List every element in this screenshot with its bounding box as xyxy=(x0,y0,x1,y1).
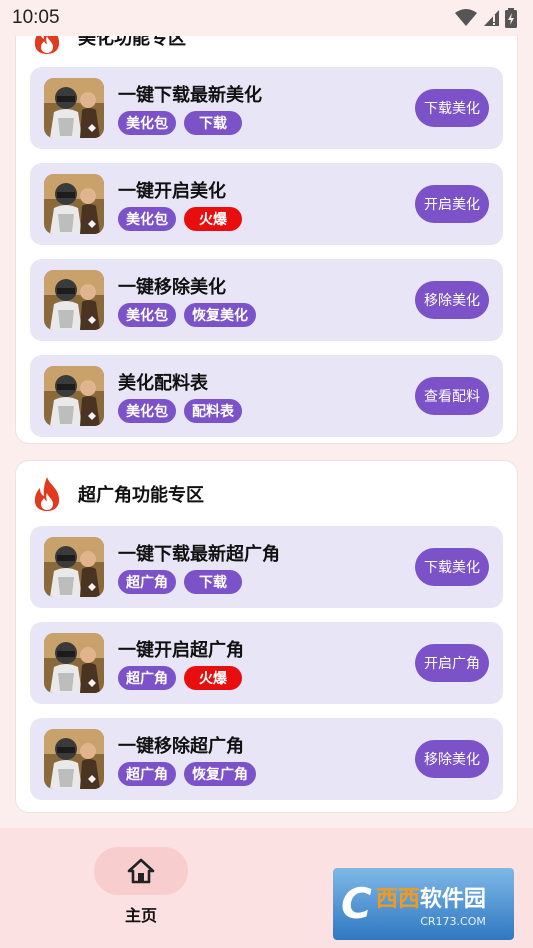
view-ingredients-button[interactable]: 查看配料 xyxy=(415,377,489,415)
list-item[interactable]: 一键下载最新超广角 超广角 下载 下载美化 xyxy=(30,526,503,608)
card-title: 一键下载最新超广角 xyxy=(118,544,280,565)
tag-group: 超广角 恢复广角 xyxy=(118,762,256,786)
tag: 超广角 xyxy=(118,570,176,594)
list-item[interactable]: 美化配料表 美化包 配料表 查看配料 xyxy=(30,355,503,437)
status-bar: 10:05 xyxy=(0,0,533,36)
watermark-name: 软件园 xyxy=(419,886,486,912)
nav-home-button[interactable] xyxy=(94,847,188,895)
tag: 超广角 xyxy=(118,762,176,786)
site-watermark: C 西西软件园 CR173.COM xyxy=(333,868,514,940)
game-avatar-icon xyxy=(44,633,104,693)
remove-beautify-button[interactable]: 移除美化 xyxy=(415,281,489,319)
watermark-name-accent: 西西 xyxy=(375,886,420,912)
list-item[interactable]: 一键移除超广角 超广角 恢复广角 移除美化 xyxy=(30,718,503,800)
list-item[interactable]: 一键下载最新美化 美化包 下载 下载美化 xyxy=(30,67,503,149)
tag-group: 美化包 恢复美化 xyxy=(118,303,256,327)
tag: 下载 xyxy=(184,111,242,135)
tag-group: 超广角 火爆 xyxy=(118,666,242,690)
battery-icon xyxy=(505,8,517,28)
card-title: 一键开启超广角 xyxy=(118,640,244,661)
tag: 美化包 xyxy=(118,207,176,231)
watermark-logo: C xyxy=(341,879,372,928)
watermark-url: CR173.COM xyxy=(420,914,486,928)
card-title: 一键移除美化 xyxy=(118,277,226,298)
card-title: 一键开启美化 xyxy=(118,181,226,202)
tag-group: 超广角 下载 xyxy=(118,570,242,594)
status-time: 10:05 xyxy=(12,7,60,28)
tag: 美化包 xyxy=(118,399,176,423)
tag: 美化包 xyxy=(118,111,176,135)
tag: 下载 xyxy=(184,570,242,594)
tag: 恢复广角 xyxy=(184,762,256,786)
beautify-section-header: 美化功能专区 xyxy=(30,36,186,57)
card-title: 一键移除超广角 xyxy=(118,736,244,757)
game-avatar-icon xyxy=(44,270,104,330)
tag: 配料表 xyxy=(184,399,242,423)
flame-icon xyxy=(34,36,60,54)
signal-icon xyxy=(484,10,499,26)
list-item[interactable]: 一键移除美化 美化包 恢复美化 移除美化 xyxy=(30,259,503,341)
flame-icon xyxy=(34,477,60,511)
beautify-section: 美化功能专区 一键下载最新美化 美化包 下载 下载美化 一键开启美化 美化包 火… xyxy=(15,36,518,444)
card-title: 美化配料表 xyxy=(118,373,208,394)
main-content: 美化功能专区 一键下载最新美化 美化包 下载 下载美化 一键开启美化 美化包 火… xyxy=(0,36,533,828)
enable-wide-angle-button[interactable]: 开启广角 xyxy=(415,644,489,682)
tag: 超广角 xyxy=(118,666,176,690)
tag: 美化包 xyxy=(118,303,176,327)
enable-beautify-button[interactable]: 开启美化 xyxy=(415,185,489,223)
hot-tag: 火爆 xyxy=(184,666,242,690)
tag: 恢复美化 xyxy=(184,303,256,327)
status-icons xyxy=(455,8,517,28)
download-beautify-button[interactable]: 下载美化 xyxy=(415,89,489,127)
beautify-section-title: 美化功能专区 xyxy=(78,36,186,49)
hot-tag: 火爆 xyxy=(184,207,242,231)
wide-angle-section: 超广角功能专区 一键下载最新超广角 超广角 下载 下载美化 一键开启超广角 超广… xyxy=(15,460,518,813)
game-avatar-icon xyxy=(44,366,104,426)
card-title: 一键下载最新美化 xyxy=(118,85,262,106)
tag-group: 美化包 配料表 xyxy=(118,399,242,423)
remove-wide-angle-button[interactable]: 移除美化 xyxy=(415,740,489,778)
download-wide-angle-button[interactable]: 下载美化 xyxy=(415,548,489,586)
tag-group: 美化包 火爆 xyxy=(118,207,242,231)
wide-angle-section-title: 超广角功能专区 xyxy=(78,485,204,506)
game-avatar-icon xyxy=(44,729,104,789)
game-avatar-icon xyxy=(44,78,104,138)
list-item[interactable]: 一键开启美化 美化包 火爆 开启美化 xyxy=(30,163,503,245)
tag-group: 美化包 下载 xyxy=(118,111,242,135)
nav-home-label[interactable]: 主页 xyxy=(94,902,188,926)
game-avatar-icon xyxy=(44,174,104,234)
wifi-icon xyxy=(455,9,477,26)
home-icon xyxy=(127,858,155,884)
list-item[interactable]: 一键开启超广角 超广角 火爆 开启广角 xyxy=(30,622,503,704)
game-avatar-icon xyxy=(44,537,104,597)
wide-angle-section-header: 超广角功能专区 xyxy=(30,474,204,514)
